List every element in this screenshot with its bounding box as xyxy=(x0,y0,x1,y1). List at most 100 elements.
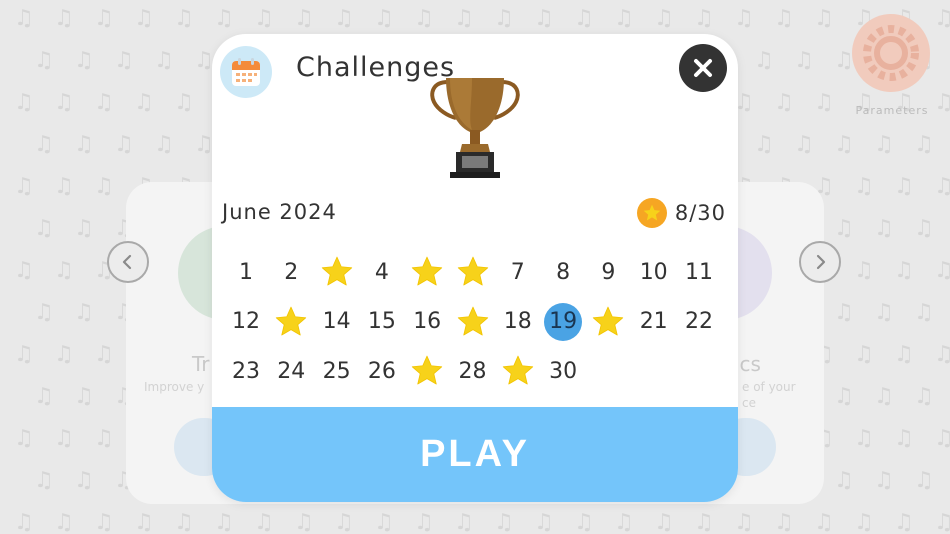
star-icon xyxy=(457,256,488,286)
music-note-icon: ♫ xyxy=(754,132,774,157)
day-number-label: 23 xyxy=(232,358,260,384)
music-note-icon: ♫ xyxy=(14,90,34,115)
day-star-completed[interactable] xyxy=(405,349,449,393)
parameters-gear-icon[interactable] xyxy=(852,14,930,92)
previous-arrow-button[interactable] xyxy=(107,241,149,283)
music-note-icon: ♫ xyxy=(414,510,434,534)
day-star-completed[interactable] xyxy=(405,250,449,294)
music-note-icon: ♫ xyxy=(34,216,54,241)
music-note-icon: ♫ xyxy=(34,300,54,325)
day-number[interactable]: 28 xyxy=(451,349,495,393)
music-note-icon: ♫ xyxy=(14,510,34,534)
day-number[interactable]: 1 xyxy=(224,250,268,294)
music-note-icon: ♫ xyxy=(94,342,114,367)
left-card-label: Tr xyxy=(192,352,210,376)
day-number[interactable]: 21 xyxy=(632,300,676,344)
music-note-icon: ♫ xyxy=(874,132,894,157)
music-note-icon: ♫ xyxy=(294,510,314,534)
day-number[interactable]: 4 xyxy=(360,250,404,294)
close-button[interactable] xyxy=(679,44,727,92)
day-number[interactable]: 26 xyxy=(360,349,404,393)
music-note-icon: ♫ xyxy=(494,510,514,534)
music-note-icon: ♫ xyxy=(34,468,54,493)
day-number[interactable]: 14 xyxy=(315,300,359,344)
chevron-left-icon xyxy=(122,254,132,270)
day-number-label: 16 xyxy=(413,309,442,334)
music-note-icon: ♫ xyxy=(794,132,814,157)
play-button[interactable]: PLAY xyxy=(212,407,738,502)
music-note-icon: ♫ xyxy=(174,90,194,115)
music-note-icon: ♫ xyxy=(34,48,54,73)
day-number[interactable]: 30 xyxy=(541,349,585,393)
day-number[interactable]: 23 xyxy=(224,349,268,393)
music-note-icon: ♫ xyxy=(54,258,74,283)
music-note-icon: ♫ xyxy=(894,174,914,199)
day-today[interactable]: 19 xyxy=(541,300,585,344)
day-star-completed[interactable] xyxy=(451,300,495,344)
next-arrow-button[interactable] xyxy=(799,241,841,283)
music-note-icon: ♫ xyxy=(254,6,274,31)
day-number-label: 12 xyxy=(232,309,260,334)
music-note-icon: ♫ xyxy=(854,258,874,283)
day-star-completed[interactable] xyxy=(451,250,495,294)
music-note-icon: ♫ xyxy=(814,6,834,31)
day-number[interactable]: 9 xyxy=(586,250,630,294)
day-number-label: 15 xyxy=(367,309,396,334)
day-number[interactable]: 24 xyxy=(269,349,313,393)
music-note-icon: ♫ xyxy=(194,132,214,157)
music-note-icon: ♫ xyxy=(934,258,950,283)
month-label: June 2024 xyxy=(222,200,337,224)
music-note-icon: ♫ xyxy=(74,384,94,409)
day-number[interactable]: 11 xyxy=(677,250,721,294)
day-number-label: 11 xyxy=(685,259,713,285)
music-note-icon: ♫ xyxy=(574,510,594,534)
music-note-icon: ♫ xyxy=(14,342,34,367)
trophy-icon xyxy=(430,78,520,178)
music-note-icon: ♫ xyxy=(834,300,854,325)
day-number-label: 21 xyxy=(639,309,668,334)
day-number[interactable]: 25 xyxy=(315,349,359,393)
music-note-icon: ♫ xyxy=(834,48,854,73)
day-number-label: 10 xyxy=(639,259,668,285)
music-note-icon: ♫ xyxy=(94,426,114,451)
day-number[interactable]: 8 xyxy=(541,250,585,294)
calendar-icon xyxy=(220,46,272,98)
day-number[interactable]: 15 xyxy=(360,300,404,344)
music-note-icon: ♫ xyxy=(494,6,514,31)
music-note-icon: ♫ xyxy=(414,6,434,31)
music-note-icon: ♫ xyxy=(374,6,394,31)
right-card-label: ics xyxy=(734,352,761,376)
day-number-label: 4 xyxy=(374,259,389,285)
day-number[interactable]: 7 xyxy=(496,250,540,294)
day-number[interactable]: 2 xyxy=(269,250,313,294)
day-star-completed[interactable] xyxy=(269,300,313,344)
day-number[interactable]: 12 xyxy=(224,300,268,344)
music-note-icon: ♫ xyxy=(794,48,814,73)
day-number-label: 28 xyxy=(458,358,487,384)
day-star-completed[interactable] xyxy=(496,349,540,393)
music-note-icon: ♫ xyxy=(154,48,174,73)
music-note-icon: ♫ xyxy=(34,132,54,157)
day-number[interactable]: 10 xyxy=(632,250,676,294)
music-note-icon: ♫ xyxy=(694,6,714,31)
music-note-icon: ♫ xyxy=(54,342,74,367)
music-note-icon: ♫ xyxy=(934,174,950,199)
right-card-subtitle: e of your xyxy=(742,380,796,394)
music-note-icon: ♫ xyxy=(54,174,74,199)
day-number-label: 18 xyxy=(503,309,532,334)
music-note-icon: ♫ xyxy=(54,510,74,534)
music-note-icon: ♫ xyxy=(774,510,794,534)
day-star-completed[interactable] xyxy=(315,250,359,294)
music-note-icon: ♫ xyxy=(614,510,634,534)
music-note-icon: ♫ xyxy=(874,300,894,325)
music-note-icon: ♫ xyxy=(834,132,854,157)
day-number[interactable]: 16 xyxy=(405,300,449,344)
music-note-icon: ♫ xyxy=(834,216,854,241)
star-icon xyxy=(502,355,533,385)
day-star-completed[interactable] xyxy=(586,300,630,344)
music-note-icon: ♫ xyxy=(214,510,234,534)
day-number[interactable]: 18 xyxy=(496,300,540,344)
music-note-icon: ♫ xyxy=(294,6,314,31)
music-note-icon: ♫ xyxy=(834,384,854,409)
day-number[interactable]: 22 xyxy=(677,300,721,344)
